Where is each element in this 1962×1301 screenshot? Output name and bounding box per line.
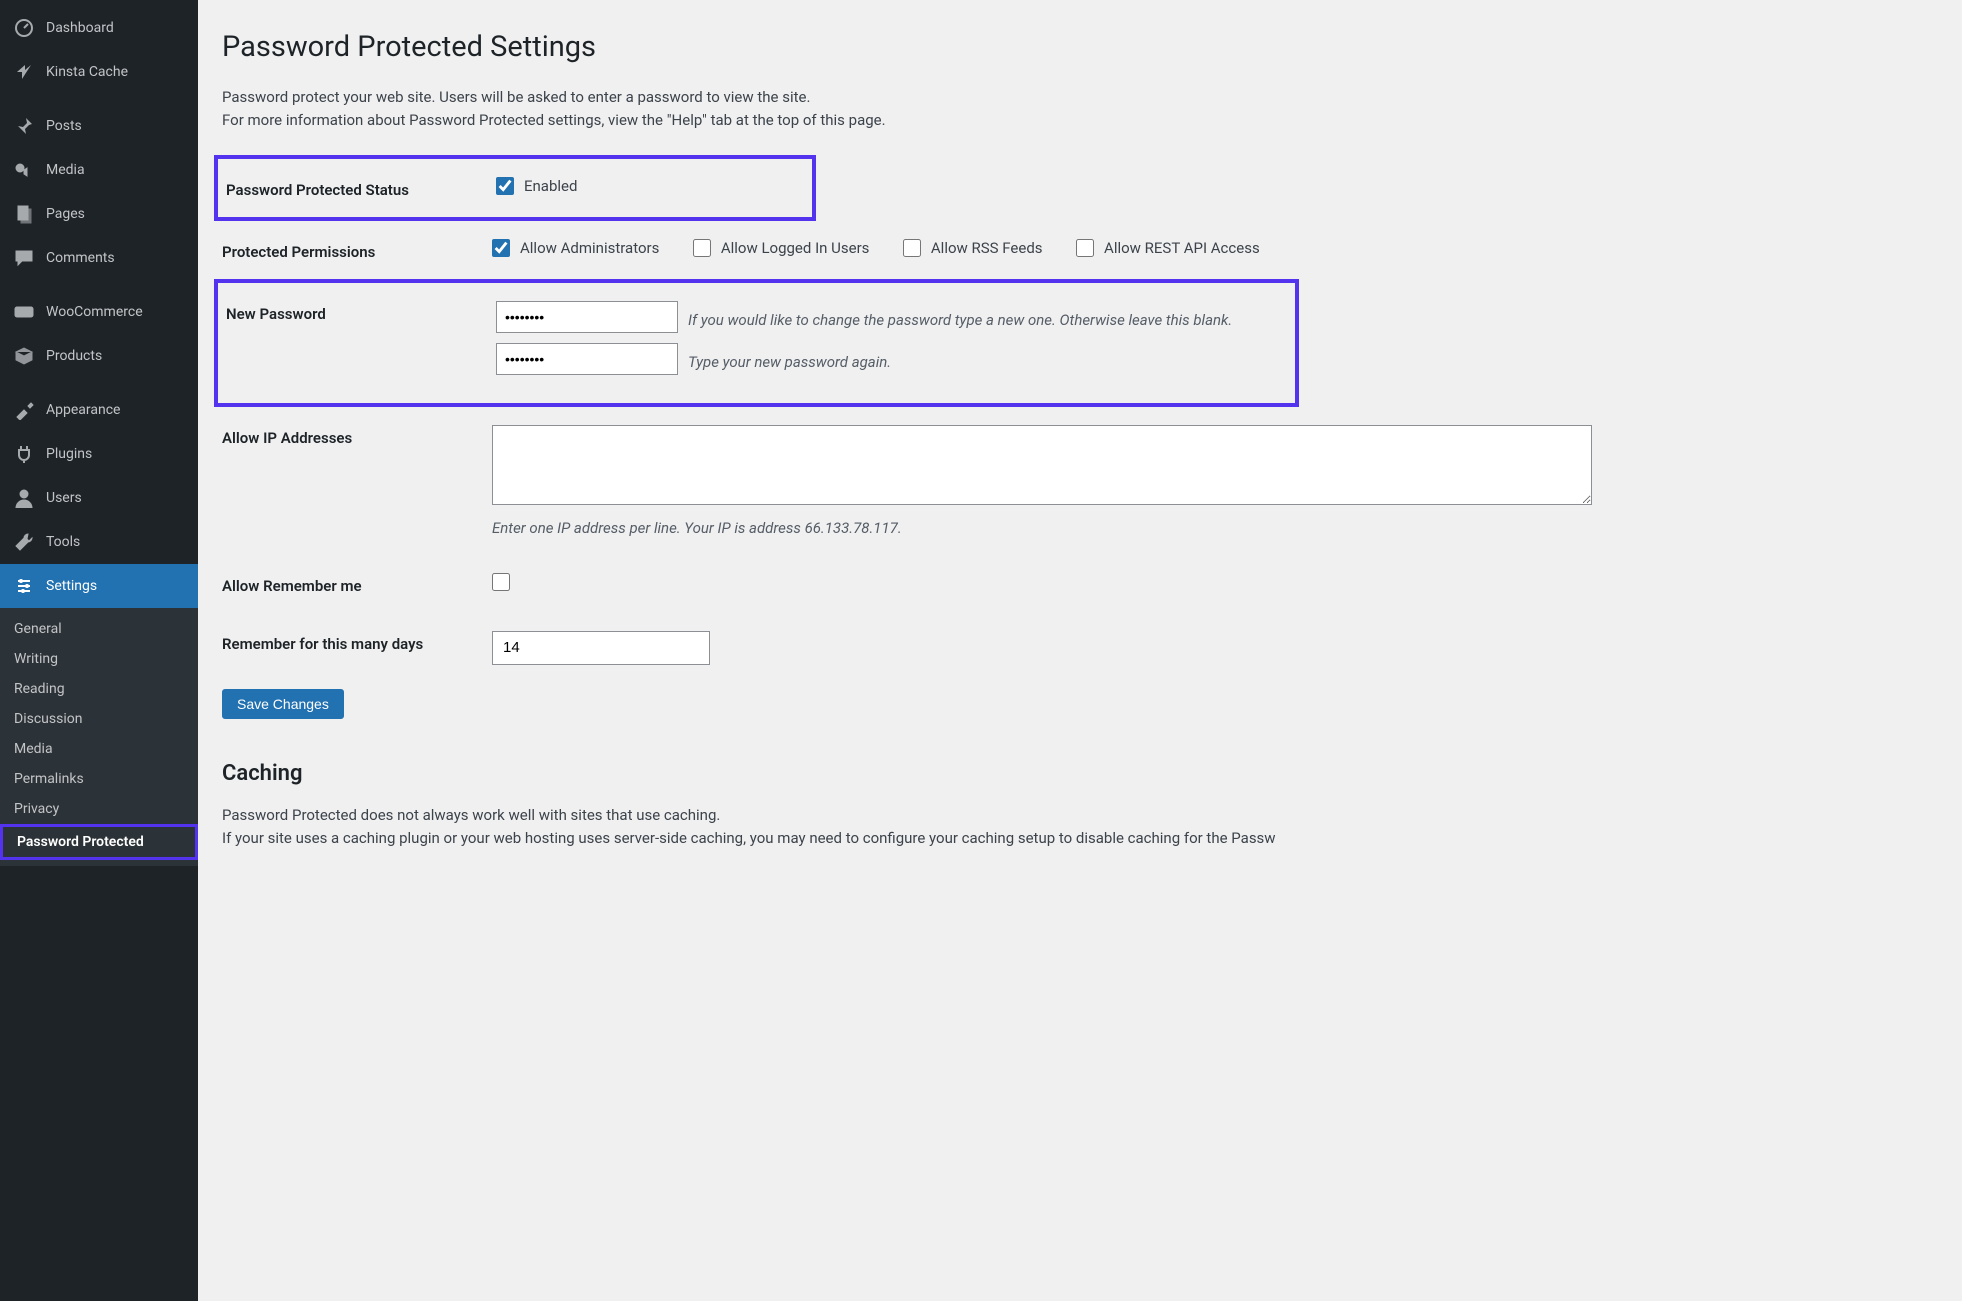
submenu-general[interactable]: General <box>0 614 198 644</box>
sidebar-item-users[interactable]: Users <box>0 476 198 520</box>
submenu-permalinks[interactable]: Permalinks <box>0 764 198 794</box>
days-input[interactable] <box>492 631 710 665</box>
remember-checkbox[interactable] <box>492 573 510 591</box>
sidebar-item-label: Tools <box>46 534 80 550</box>
plugins-icon <box>12 442 36 466</box>
pages-icon <box>12 202 36 226</box>
status-enabled-text: Enabled <box>524 177 577 195</box>
sidebar-item-kinsta-cache[interactable]: Kinsta Cache <box>0 50 198 94</box>
perm-rss-checkbox[interactable] <box>903 239 921 257</box>
days-row: Remember for this many days <box>222 613 1942 683</box>
newpw-label: New Password <box>226 301 496 323</box>
page-title: Password Protected Settings <box>222 20 1942 68</box>
status-row-highlight: Password Protected Status Enabled <box>214 155 816 221</box>
ip-description: Enter one IP address per line. Your IP i… <box>492 519 1942 537</box>
intro-line-1: Password protect your web site. Users wi… <box>222 86 1942 109</box>
sidebar-item-label: Pages <box>46 206 85 222</box>
sidebar-item-tools[interactable]: Tools <box>0 520 198 564</box>
sidebar-item-label: Products <box>46 348 102 364</box>
tools-icon <box>12 530 36 554</box>
caching-line-2: If your site uses a caching plugin or yo… <box>222 827 1942 850</box>
sidebar-item-dashboard[interactable]: Dashboard <box>0 6 198 50</box>
save-button[interactable]: Save Changes <box>222 689 344 719</box>
permissions-label: Protected Permissions <box>222 239 492 261</box>
sidebar-item-woocommerce[interactable]: WooCommerce <box>0 290 198 334</box>
woo-icon <box>12 300 36 324</box>
remember-label: Allow Remember me <box>222 573 492 595</box>
sidebar-item-label: Posts <box>46 118 82 134</box>
dashboard-icon <box>12 16 36 40</box>
perm-rest-text: Allow REST API Access <box>1104 239 1260 257</box>
perm-rss-text: Allow RSS Feeds <box>931 239 1043 257</box>
perm-admins-wrap[interactable]: Allow Administrators <box>492 239 659 257</box>
kinsta-icon <box>12 60 36 84</box>
sidebar-item-media[interactable]: Media <box>0 148 198 192</box>
sidebar-item-label: Dashboard <box>46 20 114 36</box>
sidebar-item-appearance[interactable]: Appearance <box>0 388 198 432</box>
main-content: Password Protected Settings Password pro… <box>198 0 1962 1301</box>
appearance-icon <box>12 398 36 422</box>
newpw-hint-2: Type your new password again. <box>688 353 891 371</box>
pin-icon <box>12 114 36 138</box>
perm-admins-checkbox[interactable] <box>492 239 510 257</box>
intro-text: Password protect your web site. Users wi… <box>222 86 1942 133</box>
sidebar-item-posts[interactable]: Posts <box>0 104 198 148</box>
sidebar: Dashboard Kinsta Cache Posts Media Pages… <box>0 0 198 1301</box>
products-icon <box>12 344 36 368</box>
settings-submenu: General Writing Reading Discussion Media… <box>0 608 198 866</box>
sidebar-item-label: Plugins <box>46 446 92 462</box>
perm-admins-text: Allow Administrators <box>520 239 659 257</box>
submenu-password-protected[interactable]: Password Protected <box>0 824 198 860</box>
sidebar-item-plugins[interactable]: Plugins <box>0 432 198 476</box>
media-icon <box>12 158 36 182</box>
status-enabled-checkbox[interactable] <box>496 177 514 195</box>
sidebar-item-comments[interactable]: Comments <box>0 236 198 280</box>
sidebar-item-label: Kinsta Cache <box>46 64 128 80</box>
perm-rest-checkbox[interactable] <box>1076 239 1094 257</box>
perm-rss-wrap[interactable]: Allow RSS Feeds <box>903 239 1043 257</box>
caching-line-1: Password Protected does not always work … <box>222 804 1942 827</box>
users-icon <box>12 486 36 510</box>
sidebar-item-label: Settings <box>46 578 97 594</box>
newpw-hint-1: If you would like to change the password… <box>688 311 1232 329</box>
status-enabled-wrap[interactable]: Enabled <box>496 177 577 195</box>
submenu-media[interactable]: Media <box>0 734 198 764</box>
newpw-input-1[interactable] <box>496 301 678 333</box>
caching-text: Password Protected does not always work … <box>222 804 1942 851</box>
submenu-reading[interactable]: Reading <box>0 674 198 704</box>
perm-logged-text: Allow Logged In Users <box>721 239 870 257</box>
settings-icon <box>12 574 36 598</box>
sidebar-item-label: Media <box>46 162 85 178</box>
sidebar-item-label: Users <box>46 490 82 506</box>
newpw-input-2[interactable] <box>496 343 678 375</box>
submenu-privacy[interactable]: Privacy <box>0 794 198 824</box>
sidebar-item-products[interactable]: Products <box>0 334 198 378</box>
caching-title: Caching <box>222 761 1942 786</box>
remember-row: Allow Remember me <box>222 555 1942 613</box>
intro-line-2: For more information about Password Prot… <box>222 109 1942 132</box>
sidebar-item-pages[interactable]: Pages <box>0 192 198 236</box>
ip-row: Allow IP Addresses Enter one IP address … <box>222 407 1942 555</box>
status-label: Password Protected Status <box>226 177 496 199</box>
days-label: Remember for this many days <box>222 631 492 653</box>
newpw-row-highlight: New Password If you would like to change… <box>214 279 1299 407</box>
perm-logged-checkbox[interactable] <box>693 239 711 257</box>
sidebar-item-label: Appearance <box>46 402 120 418</box>
ip-label: Allow IP Addresses <box>222 425 492 447</box>
permissions-row: Protected Permissions Allow Administrato… <box>222 221 1942 279</box>
submenu-writing[interactable]: Writing <box>0 644 198 674</box>
perm-logged-wrap[interactable]: Allow Logged In Users <box>693 239 870 257</box>
sidebar-item-label: WooCommerce <box>46 304 143 320</box>
ip-textarea[interactable] <box>492 425 1592 505</box>
sidebar-item-label: Comments <box>46 250 115 266</box>
comments-icon <box>12 246 36 270</box>
submenu-discussion[interactable]: Discussion <box>0 704 198 734</box>
sidebar-item-settings[interactable]: Settings <box>0 564 198 608</box>
perm-rest-wrap[interactable]: Allow REST API Access <box>1076 239 1260 257</box>
